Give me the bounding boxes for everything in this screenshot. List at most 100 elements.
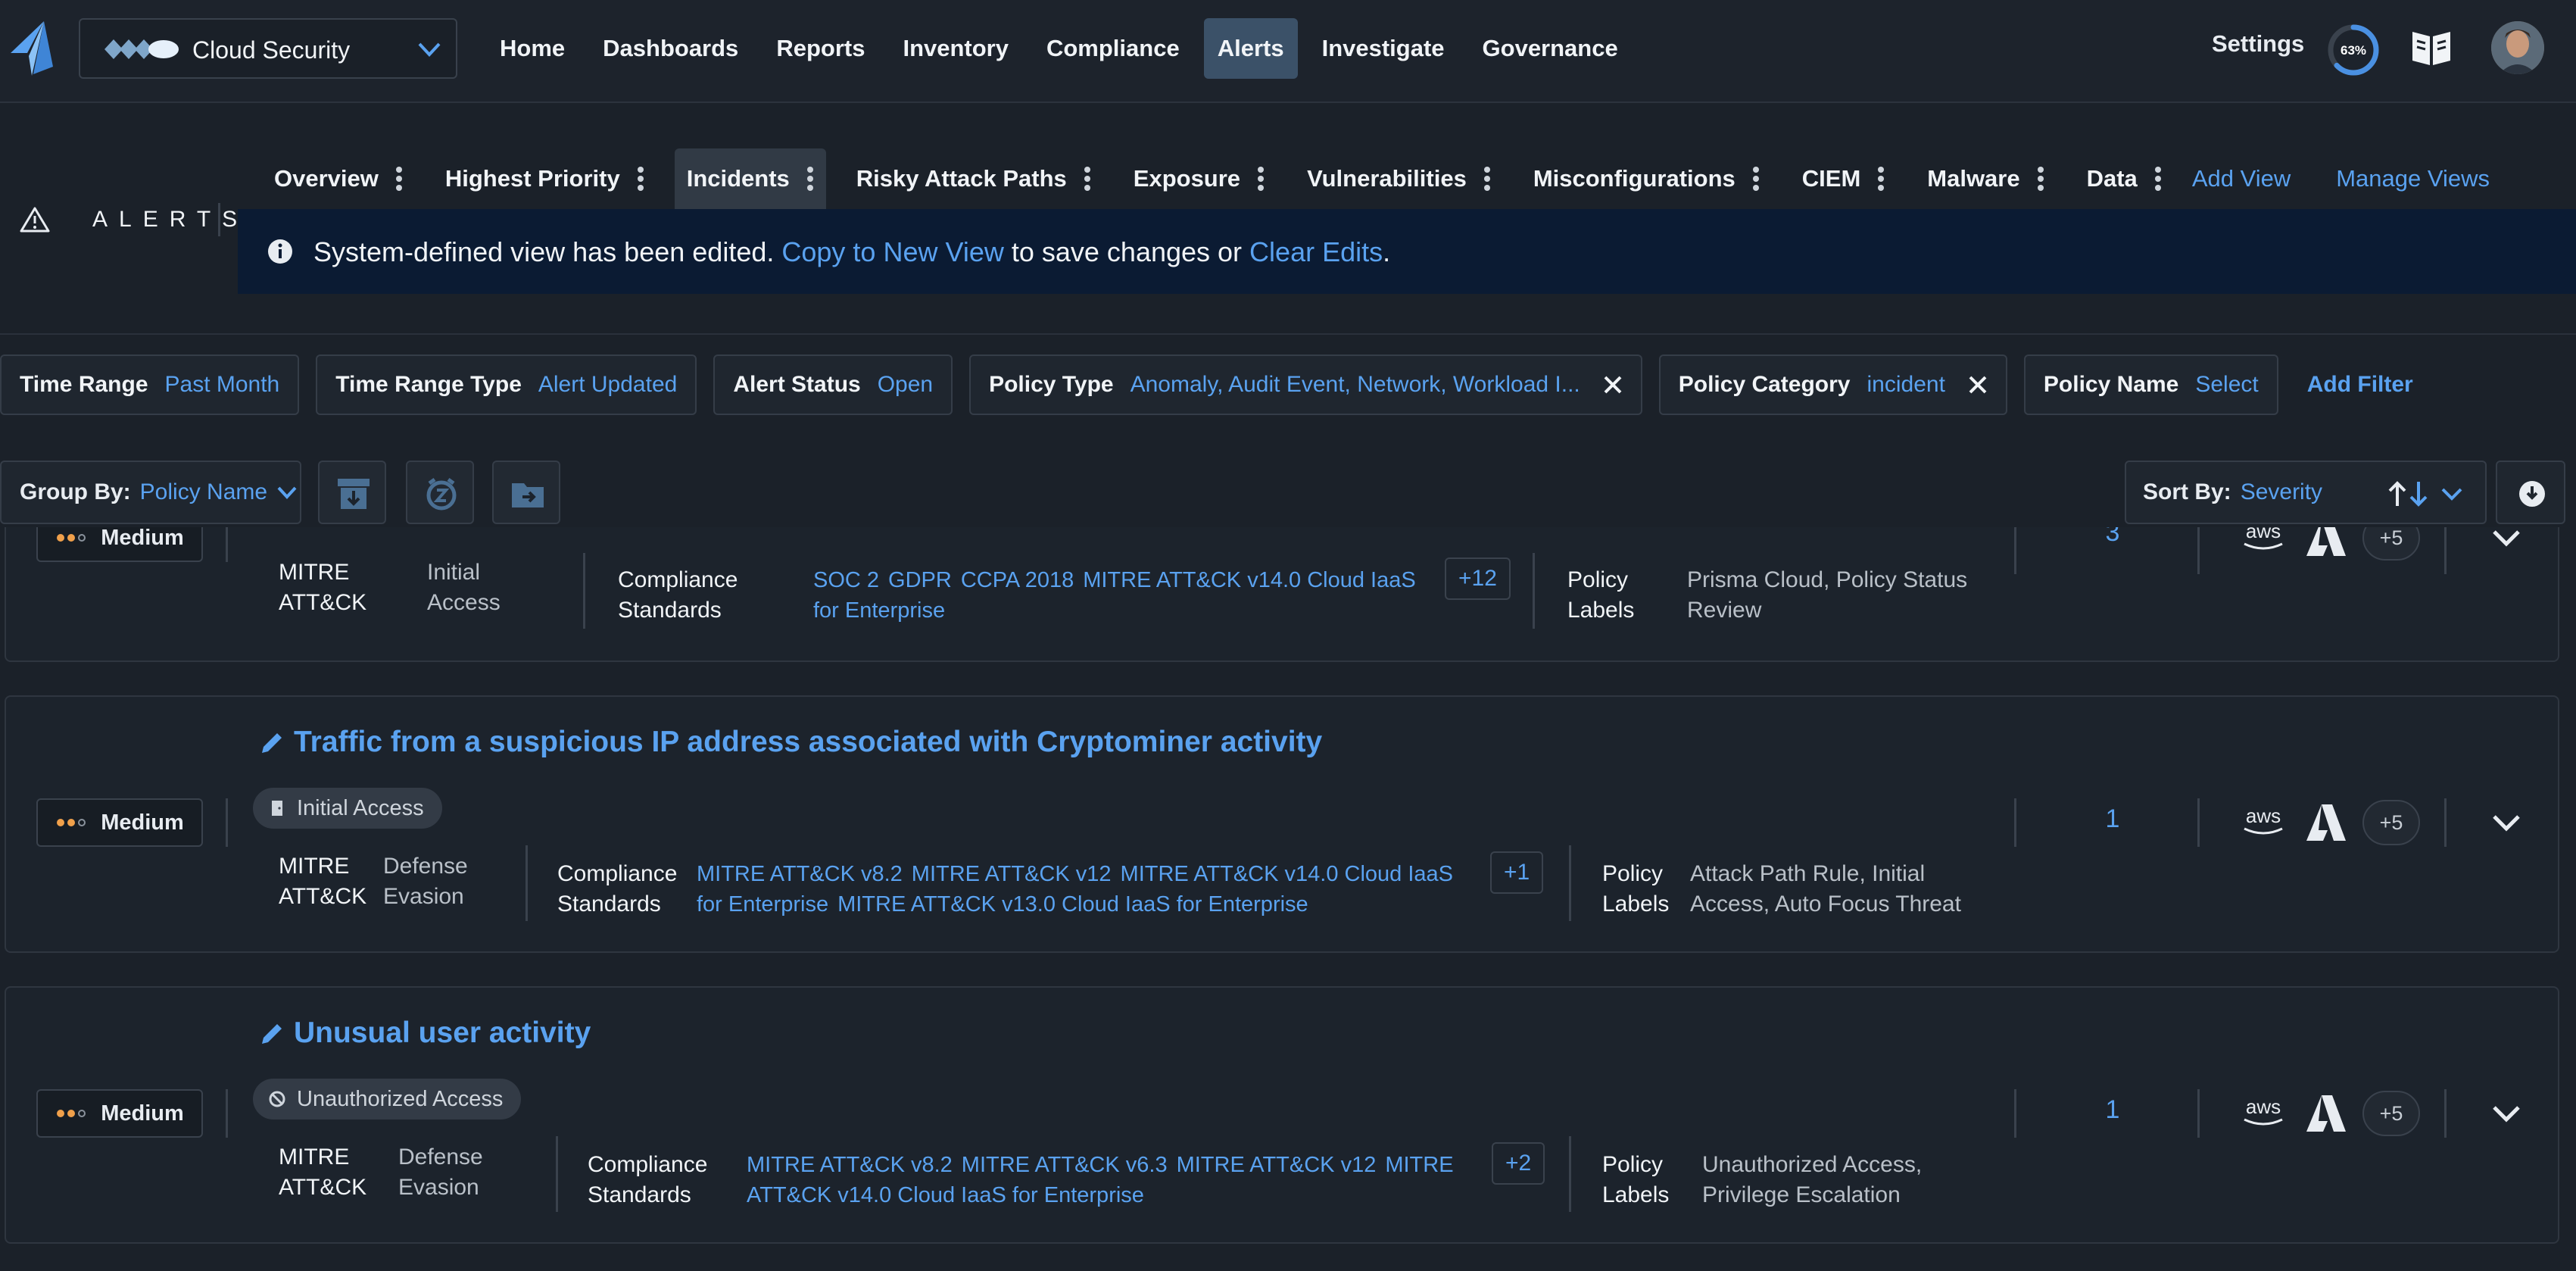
progress-gauge[interactable]: 63% xyxy=(2325,21,2382,79)
mitre-value: Initial Access xyxy=(427,560,501,615)
sort-by-select[interactable]: Sort By: Severity xyxy=(2125,461,2487,524)
section-title: ALERTS xyxy=(20,206,248,233)
policy-labels-label: Policy Labels xyxy=(1602,861,1670,917)
menu-inventory[interactable]: Inventory xyxy=(889,18,1022,79)
severity-label: Medium xyxy=(101,1101,184,1126)
alert-title[interactable]: Traffic from a suspicious IP address ass… xyxy=(294,726,1322,759)
compliance-standards: MITRE ATT&CK v8.2 MITRE ATT&CK v12 MITRE A… xyxy=(697,859,1461,920)
tab-overview[interactable]: Overview xyxy=(262,148,415,209)
user-avatar[interactable] xyxy=(2491,21,2544,74)
add-view-link[interactable]: Add View xyxy=(2192,148,2291,209)
tab-misconfigurations[interactable]: Misconfigurations xyxy=(1521,148,1772,209)
filter-alert-status[interactable]: Alert Status Open xyxy=(713,354,953,415)
tab-incidents[interactable]: Incidents xyxy=(674,148,826,209)
menu-home[interactable]: Home xyxy=(486,18,579,79)
tab-ciem[interactable]: CIEM xyxy=(1790,148,1898,209)
chevron-down-icon[interactable] xyxy=(2491,1103,2521,1124)
more-vertical-icon[interactable] xyxy=(1084,164,1091,194)
more-vertical-icon[interactable] xyxy=(1877,164,1885,194)
chevron-down-icon[interactable] xyxy=(2491,812,2521,833)
tab-label: Data xyxy=(2086,165,2138,192)
menu-reports[interactable]: Reports xyxy=(763,18,878,79)
alert-count[interactable]: 3 xyxy=(2097,527,2128,548)
edit-icon[interactable] xyxy=(259,1021,285,1047)
tenant-selector[interactable]: Cloud Security xyxy=(79,18,457,79)
standard-link[interactable]: MITRE ATT&CK v6.3 xyxy=(962,1153,1168,1177)
more-standards-badge[interactable]: +12 xyxy=(1445,557,1511,600)
standard-link[interactable]: CCPA 2018 xyxy=(961,568,1074,592)
standard-link[interactable]: SOC 2 xyxy=(813,568,879,592)
tab-data[interactable]: Data xyxy=(2075,148,2174,209)
policy-labels-label: Policy Labels xyxy=(1567,567,1635,623)
standard-link[interactable]: MITRE ATT&CK v8.2 xyxy=(697,862,903,886)
menu-compliance[interactable]: Compliance xyxy=(1033,18,1193,79)
standard-link[interactable]: MITRE ATT&CK v12 xyxy=(912,862,1112,886)
more-standards-badge[interactable]: +1 xyxy=(1490,851,1544,894)
standard-link[interactable]: GDPR xyxy=(888,568,952,592)
mitre-value: Defense Evasion xyxy=(398,1145,483,1200)
alert-count[interactable]: 1 xyxy=(2097,1095,2128,1125)
alert-card[interactable]: Traffic from a suspicious IP address ass… xyxy=(5,695,2559,953)
standard-link[interactable]: MITRE ATT&CK v8.2 xyxy=(747,1153,953,1177)
ban-icon xyxy=(269,1091,285,1107)
chevron-down-icon xyxy=(418,42,441,57)
more-vertical-icon[interactable] xyxy=(637,164,644,194)
divider xyxy=(2444,1089,2447,1138)
menu-governance[interactable]: Governance xyxy=(1469,18,1632,79)
more-vertical-icon[interactable] xyxy=(395,164,403,194)
door-icon xyxy=(272,801,282,816)
alert-card[interactable]: Unusual user activity Unauthorized Acces… xyxy=(5,986,2559,1244)
tab-vulnerabilities[interactable]: Vulnerabilities xyxy=(1295,148,1503,209)
more-clouds-badge[interactable]: +5 xyxy=(2362,800,2420,845)
tactic-pill: Initial Access xyxy=(253,788,442,829)
group-by-select[interactable]: Group By: Policy Name xyxy=(0,461,301,524)
tab-malware[interactable]: Malware xyxy=(1915,148,2056,209)
menu-alerts[interactable]: Alerts xyxy=(1203,18,1298,79)
copy-to-new-view-link[interactable]: Copy to New View xyxy=(781,236,1003,267)
clear-edits-link[interactable]: Clear Edits xyxy=(1249,236,1383,267)
close-icon[interactable] xyxy=(1968,375,1988,395)
more-vertical-icon[interactable] xyxy=(2154,164,2162,194)
filter-time-range[interactable]: Time Range Past Month xyxy=(0,354,300,415)
standard-link[interactable]: MITRE ATT&CK v12 xyxy=(1177,1153,1377,1177)
dismiss-button[interactable] xyxy=(318,461,386,524)
more-vertical-icon[interactable] xyxy=(2037,164,2044,194)
edit-icon[interactable] xyxy=(259,730,285,756)
tab-risky-attack-paths[interactable]: Risky Attack Paths xyxy=(844,148,1103,209)
tab-label: Overview xyxy=(274,165,379,192)
more-clouds-badge[interactable]: +5 xyxy=(2362,1091,2420,1136)
book-icon[interactable] xyxy=(2409,26,2453,70)
filter-policy-type[interactable]: Policy Type Anomaly, Audit Event, Networ… xyxy=(969,354,1642,415)
more-vertical-icon[interactable] xyxy=(806,164,814,194)
more-standards-badge[interactable]: +2 xyxy=(1492,1142,1545,1185)
severity-badge: Medium xyxy=(36,798,203,847)
sort-direction-icon[interactable] xyxy=(2387,480,2472,507)
section-divider xyxy=(218,203,220,236)
alert-count[interactable]: 1 xyxy=(2097,804,2128,834)
manage-views-link[interactable]: Manage Views xyxy=(2336,148,2490,209)
standard-link[interactable]: MITRE ATT&CK v13.0 Cloud IaaS for Enterp… xyxy=(837,892,1308,917)
alert-title[interactable]: Unusual user activity xyxy=(294,1016,591,1050)
add-filter-button[interactable]: Add Filter xyxy=(2295,354,2425,415)
prisma-logo-icon[interactable] xyxy=(11,21,55,76)
menu-investigate[interactable]: Investigate xyxy=(1308,18,1458,79)
more-clouds-badge[interactable]: +5 xyxy=(2362,527,2420,561)
settings-link[interactable]: Settings xyxy=(2212,30,2304,58)
tab-label: CIEM xyxy=(1801,165,1861,192)
more-vertical-icon[interactable] xyxy=(1257,164,1265,194)
move-button[interactable] xyxy=(492,461,560,524)
alert-card[interactable]: Medium MITRE ATT&CK Initial Access Compl… xyxy=(5,527,2559,662)
menu-dashboards[interactable]: Dashboards xyxy=(589,18,752,79)
filter-time-range-type[interactable]: Time Range Type Alert Updated xyxy=(316,354,697,415)
more-vertical-icon[interactable] xyxy=(1752,164,1760,194)
info-icon xyxy=(268,239,292,264)
chevron-down-icon[interactable] xyxy=(2491,527,2521,548)
filter-policy-category[interactable]: Policy Category incident xyxy=(1658,354,2007,415)
download-button[interactable] xyxy=(2496,461,2565,524)
tab-exposure[interactable]: Exposure xyxy=(1121,148,1277,209)
filter-policy-name[interactable]: Policy Name Select xyxy=(2023,354,2278,415)
snooze-button[interactable] xyxy=(406,461,474,524)
more-vertical-icon[interactable] xyxy=(1483,164,1491,194)
close-icon[interactable] xyxy=(1603,375,1623,395)
tab-highest-priority[interactable]: Highest Priority xyxy=(433,148,656,209)
